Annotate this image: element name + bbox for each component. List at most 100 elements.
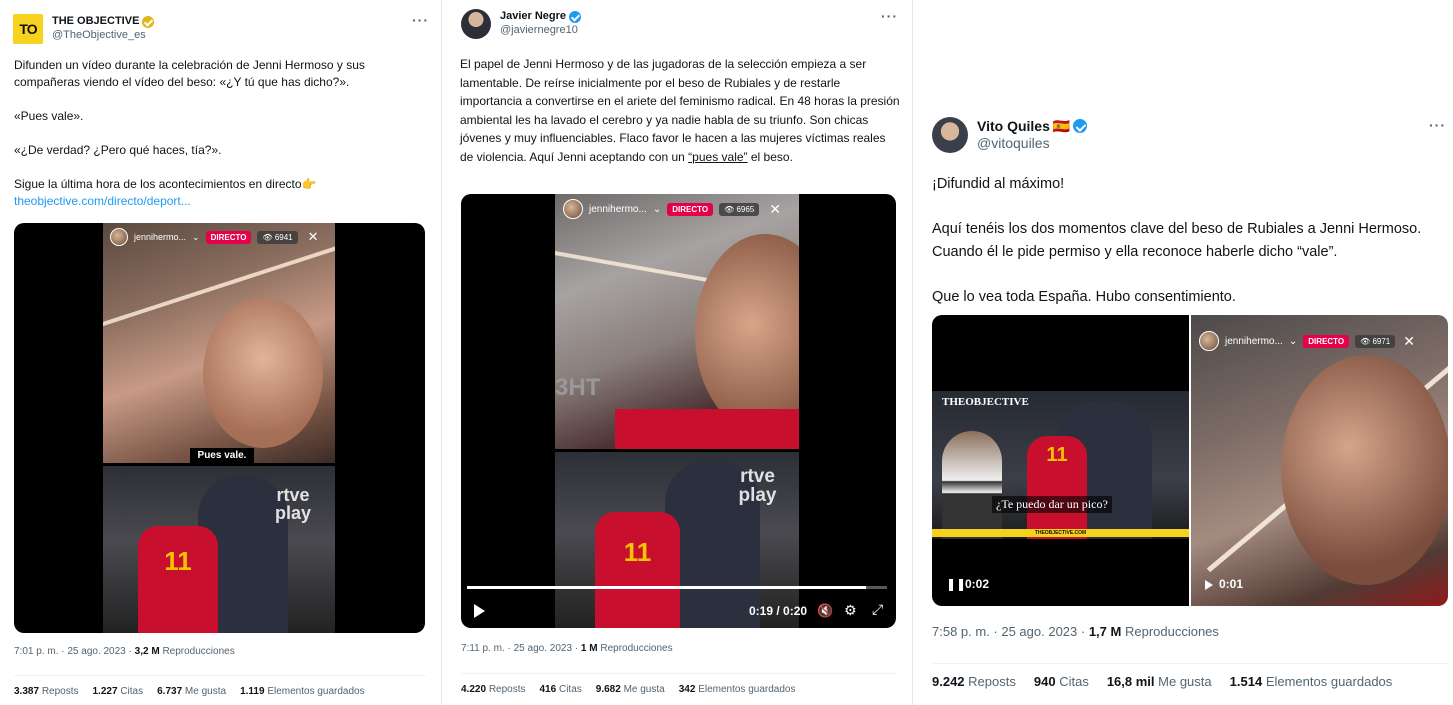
live-bar: jennihermo... ⌄ DIRECTO 👁 6941 ✕ [110,228,319,246]
chevron-down-icon: ⌄ [192,231,200,242]
handle[interactable]: @javiernegre10 [500,24,581,38]
jersey-shape: 11 [1027,436,1087,539]
tweet-meta: 7:01 p. m. · 25 ago. 2023 · 3,2 M Reprod… [14,646,235,657]
stat-likes[interactable]: 16,8 mil Me gusta [1107,674,1212,689]
stat-bookmarks[interactable]: 342 Elementos guardados [679,684,796,695]
stat-value: 16,8 mil [1106,674,1155,689]
stat-label: Reposts [41,686,79,697]
viewer-count-badge: 👁 6971 [1355,334,1396,348]
video-player-left[interactable]: THEOBJECTIVE 11 ¿Te puedo dar un pico? T… [932,315,1189,606]
display-name-text: THE OBJECTIVE [52,15,140,28]
volume-muted-icon[interactable]: 🔇 [817,603,833,619]
stat-likes[interactable]: 9.682 Me gusta [596,684,665,695]
fullscreen-icon[interactable]: ⤢ [872,601,883,618]
tweet-link[interactable]: theobjective.com/directo/deport... [14,193,414,210]
stat-value: 9.682 [595,684,621,695]
figure-shape [942,431,1002,539]
tweet-text: El papel de Jenni Hermoso y de las jugad… [460,55,900,166]
stat-quotes[interactable]: 416 Citas [540,684,582,695]
face-shape [1281,355,1448,585]
view-count: 1 M [580,643,598,654]
stat-bookmarks[interactable]: 1.119 Elementos guardados [240,686,365,697]
view-count: 1,7 M [1088,624,1122,639]
live-avatar [110,228,128,246]
tweet-text: ¡Difundid al máximo! Aquí tenéis los dos… [932,176,1422,305]
tweet-meta: 7:58 p. m. · 25 ago. 2023 · 1,7 M Reprod… [932,624,1219,639]
live-badge: DIRECTO [205,230,252,244]
stat-label: Elementos guardados [267,686,365,697]
video-player[interactable]: jennihermo... ⌄ DIRECTO 👁 6941 ✕ Pues va… [14,223,425,633]
settings-gear-icon[interactable]: ⚙ [844,602,857,619]
verified-badge-icon [142,16,155,29]
display-name[interactable]: Javier Negre [500,10,582,24]
underlined-quote: “pues vale” [688,149,748,164]
verified-badge-icon [1073,119,1088,134]
video-player[interactable]: 3HT jennihermo... ⌄ DIRECTO 👁 6965 ✕ 11 … [461,194,896,628]
stat-reposts[interactable]: 4.220 Reposts [461,684,526,695]
more-options-icon[interactable]: ··· [1429,117,1446,133]
video-subtitle: ¿Te puedo dar un pico? [992,496,1112,513]
play-icon[interactable] [1205,580,1213,590]
more-options-icon[interactable]: ··· [412,12,429,28]
eye-icon: 👁 [1360,336,1371,346]
tweet-text: Difunden un vídeo durante la celebración… [14,58,365,191]
handle[interactable]: @TheObjective_es [52,29,154,43]
viewer-count: 6971 [1372,336,1391,346]
video-time: 0:19 / 0:20 [749,604,808,618]
video-footer-strip: THEOBJECTIVE.COM [932,529,1189,537]
jersey-number: 11 [164,546,192,576]
display-name[interactable]: THE OBJECTIVE [52,15,155,29]
avatar[interactable]: TO [13,14,43,44]
stat-value: 1.119 [240,686,265,697]
timestamp[interactable]: 7:58 p. m. · 25 ago. 2023 · [932,624,1089,639]
stat-bookmarks[interactable]: 1.514 Elementos guardados [1230,674,1393,689]
watermark: rtve play [274,485,312,523]
divider [441,0,442,705]
avatar[interactable] [461,9,491,39]
stat-likes[interactable]: 6.737 Me gusta [157,686,226,697]
display-name[interactable]: Vito Quiles 🇪🇸 [977,118,1088,136]
video-duration: 0:02 [965,577,990,591]
watermark: rtve play [738,466,777,506]
stat-reposts[interactable]: 9.242 Reposts [932,674,1016,689]
video-progress-track[interactable] [467,586,887,589]
tweet-vitoquiles: Vito Quiles 🇪🇸 @vitoquiles ··· ¡Difundid … [918,0,1453,705]
stat-label: Elementos guardados [1265,674,1393,689]
tweet-body: El papel de Jenni Hermoso y de las jugad… [460,55,900,166]
tweet-meta: 7:11 p. m. · 25 ago. 2023 · 1 M Reproduc… [461,643,673,654]
viewer-count-badge: 👁 6941 [257,230,298,244]
view-count: 3,2 M [134,646,160,657]
live-username: jennihermo... [134,232,187,242]
stat-value: 1.514 [1229,674,1263,689]
handle[interactable]: @vitoquiles [977,135,1087,153]
tweet-stats: 3.387 Reposts 1.227 Citas 6.737 Me gusta… [14,675,426,697]
pause-icon[interactable]: ❚❚ [946,577,966,591]
stat-quotes[interactable]: 940 Citas [1034,674,1089,689]
stat-reposts[interactable]: 3.387 Reposts [14,686,79,697]
tweet-body: ¡Difundid al máximo! Aquí tenéis los dos… [932,173,1450,308]
stat-value: 3.387 [14,686,40,697]
live-bar: jennihermo... ⌄ DIRECTO 👁 6971 ✕ [1199,331,1415,351]
jersey-shape: 11 [138,526,218,633]
more-options-icon[interactable]: ··· [881,8,898,24]
view-count-label: Reproducciones [600,643,673,654]
avatar[interactable] [932,117,968,153]
timestamp[interactable]: 7:01 p. m. · 25 ago. 2023 · [14,646,135,657]
video-progress-fill [467,586,866,589]
stat-label: Citas [120,686,144,697]
stat-label: Me gusta [1158,674,1212,689]
stat-label: Me gusta [623,684,665,695]
close-icon: ✕ [769,200,781,217]
tweet-header: Vito Quiles 🇪🇸 @vitoquiles [932,117,1088,153]
timestamp[interactable]: 7:11 p. m. · 25 ago. 2023 · [461,643,581,654]
stat-label: Citas [558,684,582,695]
live-avatar [1199,331,1219,351]
stat-quotes[interactable]: 1.227 Citas [93,686,144,697]
viewer-count: 6965 [736,204,755,214]
video-frame-bottom: 11 rtve play [103,466,335,633]
video-player-right[interactable]: jennihermo... ⌄ DIRECTO 👁 6971 ✕ 0:01 [1191,315,1448,606]
stat-value: 4.220 [461,684,487,695]
play-icon[interactable] [474,604,485,618]
stat-label: Reposts [488,684,526,695]
chevron-down-icon: ⌄ [1288,335,1298,347]
